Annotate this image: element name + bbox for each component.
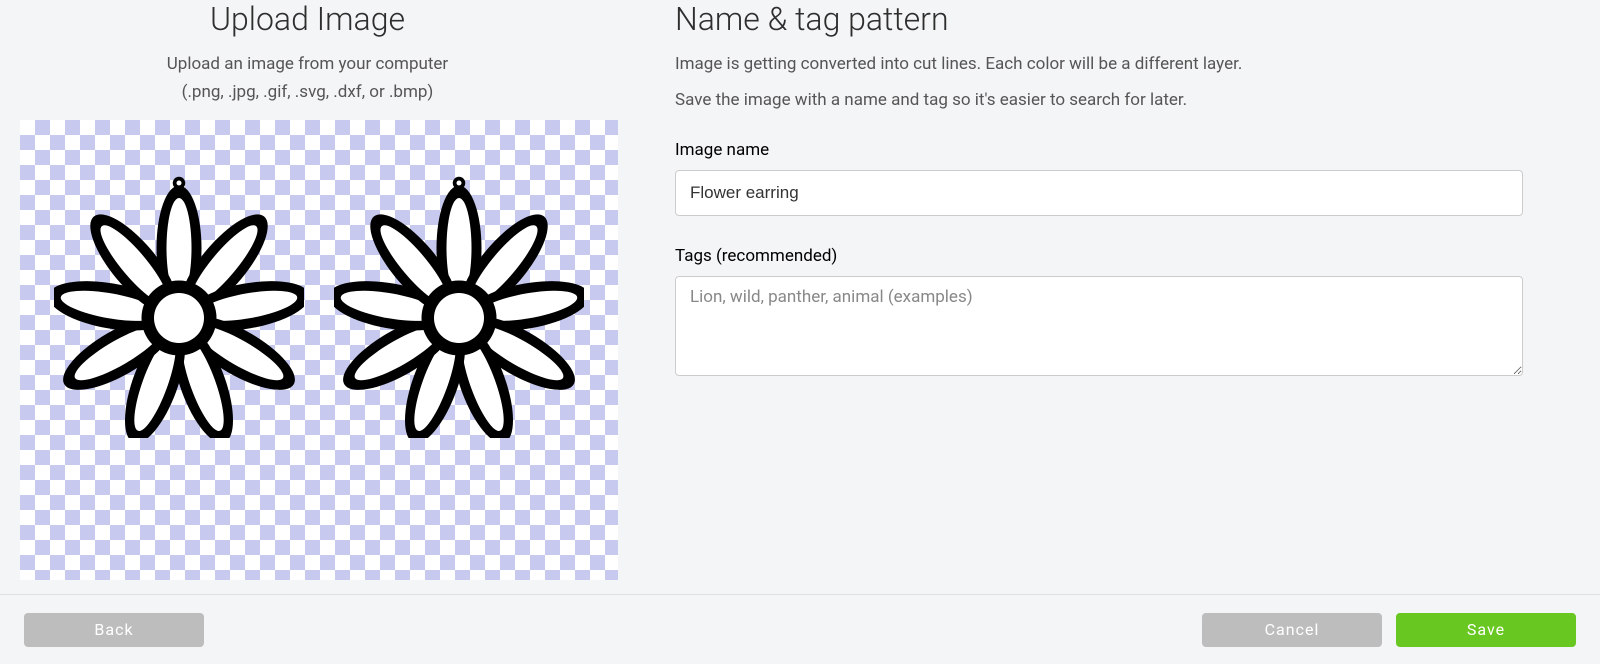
cancel-button[interactable]: Cancel	[1202, 613, 1382, 647]
main-content: Upload Image Upload an image from your c…	[0, 0, 1600, 594]
back-button[interactable]: Back	[24, 613, 204, 647]
upload-panel: Upload Image Upload an image from your c…	[20, 0, 635, 594]
upload-formats: (.png, .jpg, .gif, .svg, .dxf, or .bmp)	[20, 82, 595, 102]
convert-desc: Image is getting converted into cut line…	[675, 54, 1540, 74]
flower-earring-icon	[334, 168, 584, 438]
image-name-group: Image name	[675, 140, 1540, 216]
name-tag-title: Name & tag pattern	[675, 0, 1540, 38]
tags-group: Tags (recommended)	[675, 246, 1540, 380]
image-name-input[interactable]	[675, 170, 1523, 216]
save-desc: Save the image with a name and tag so it…	[675, 90, 1540, 110]
image-preview	[20, 120, 618, 580]
tags-input[interactable]	[675, 276, 1523, 376]
name-tag-panel: Name & tag pattern Image is getting conv…	[635, 0, 1580, 594]
upload-subtitle: Upload an image from your computer	[20, 54, 595, 74]
save-button[interactable]: Save	[1396, 613, 1576, 647]
image-name-label: Image name	[675, 140, 1540, 160]
footer-bar: Back Cancel Save	[0, 594, 1600, 664]
upload-title: Upload Image	[20, 0, 595, 38]
flower-earring-icon	[54, 168, 304, 438]
tags-label: Tags (recommended)	[675, 246, 1540, 266]
